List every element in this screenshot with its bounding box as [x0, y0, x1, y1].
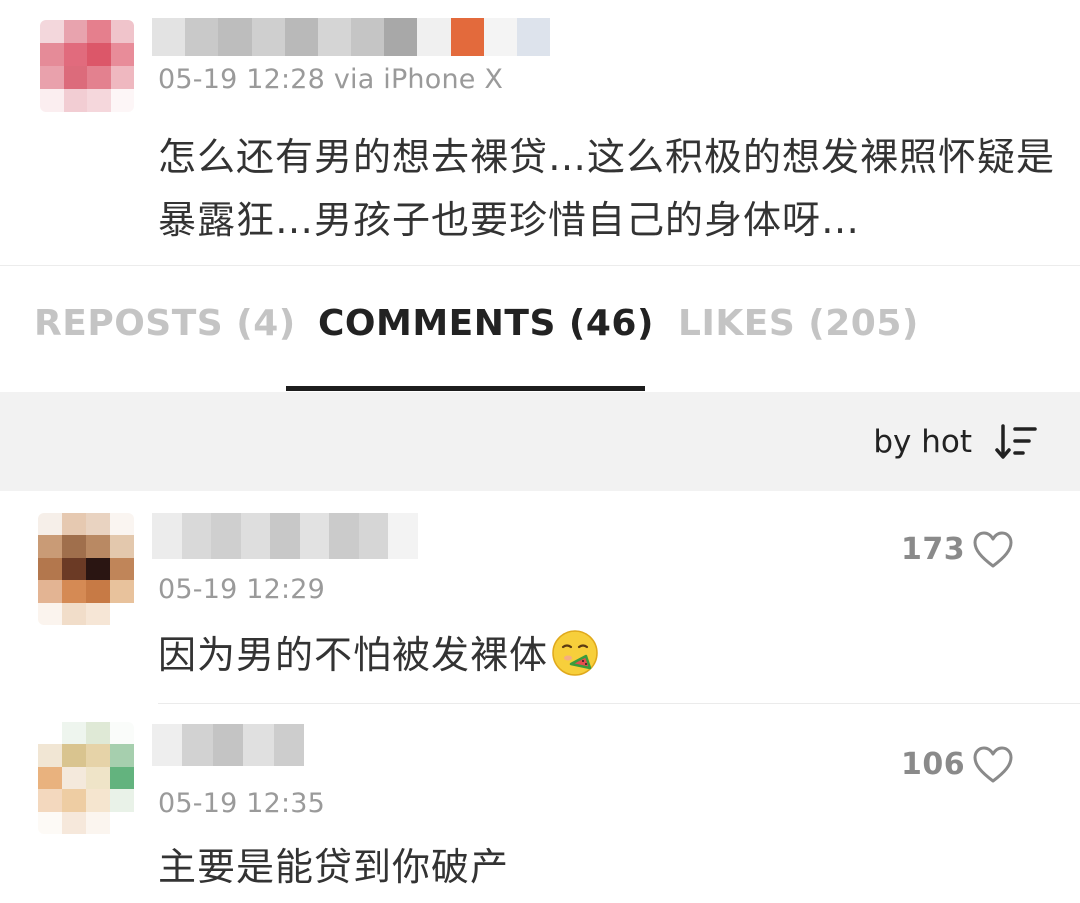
post-timestamp: 05-19 12:28 via iPhone X	[158, 64, 504, 95]
comment-timestamp: 05-19 12:29	[158, 574, 326, 605]
weibo-post-page: 05-19 12:28 via iPhone X 怎么还有男的想去裸贷…这么积极…	[0, 0, 1080, 903]
tab-likes[interactable]: LIKES (205)	[678, 303, 919, 344]
divider	[0, 265, 1080, 266]
comment-avatar[interactable]	[38, 722, 134, 834]
comment-author-name-redacted[interactable]	[152, 513, 418, 559]
heart-outline-icon[interactable]	[973, 531, 1013, 569]
active-tab-indicator	[286, 386, 645, 391]
tab-comments[interactable]: COMMENTS (46)	[318, 303, 654, 344]
like-count: 173	[901, 532, 966, 567]
sort-by-hot-button[interactable]: by hot	[873, 424, 972, 460]
divider	[158, 703, 1080, 704]
post-text: 怎么还有男的想去裸贷…这么积极的想发裸照怀疑是暴露狂…男孩子也要珍惜自己的身体呀…	[158, 135, 1056, 242]
like-count: 106	[901, 747, 966, 782]
comment-avatar[interactable]	[38, 513, 134, 625]
comment-text: 主要是能贷到你破产	[158, 845, 510, 889]
sort-descending-icon[interactable]	[995, 423, 1039, 461]
comment-text-content: 因为男的不怕被发裸体	[158, 633, 549, 677]
comment-author-name-redacted[interactable]	[152, 724, 304, 766]
eating-watermelon-emoji	[552, 630, 598, 676]
comment-timestamp: 05-19 12:35	[158, 788, 326, 819]
post-author-avatar[interactable]	[40, 20, 134, 112]
post-author-name-redacted[interactable]	[152, 18, 550, 56]
tab-reposts[interactable]: REPOSTS (4)	[34, 303, 296, 344]
heart-outline-icon[interactable]	[973, 746, 1013, 784]
comment-text: 因为男的不怕被发裸体	[158, 624, 600, 687]
